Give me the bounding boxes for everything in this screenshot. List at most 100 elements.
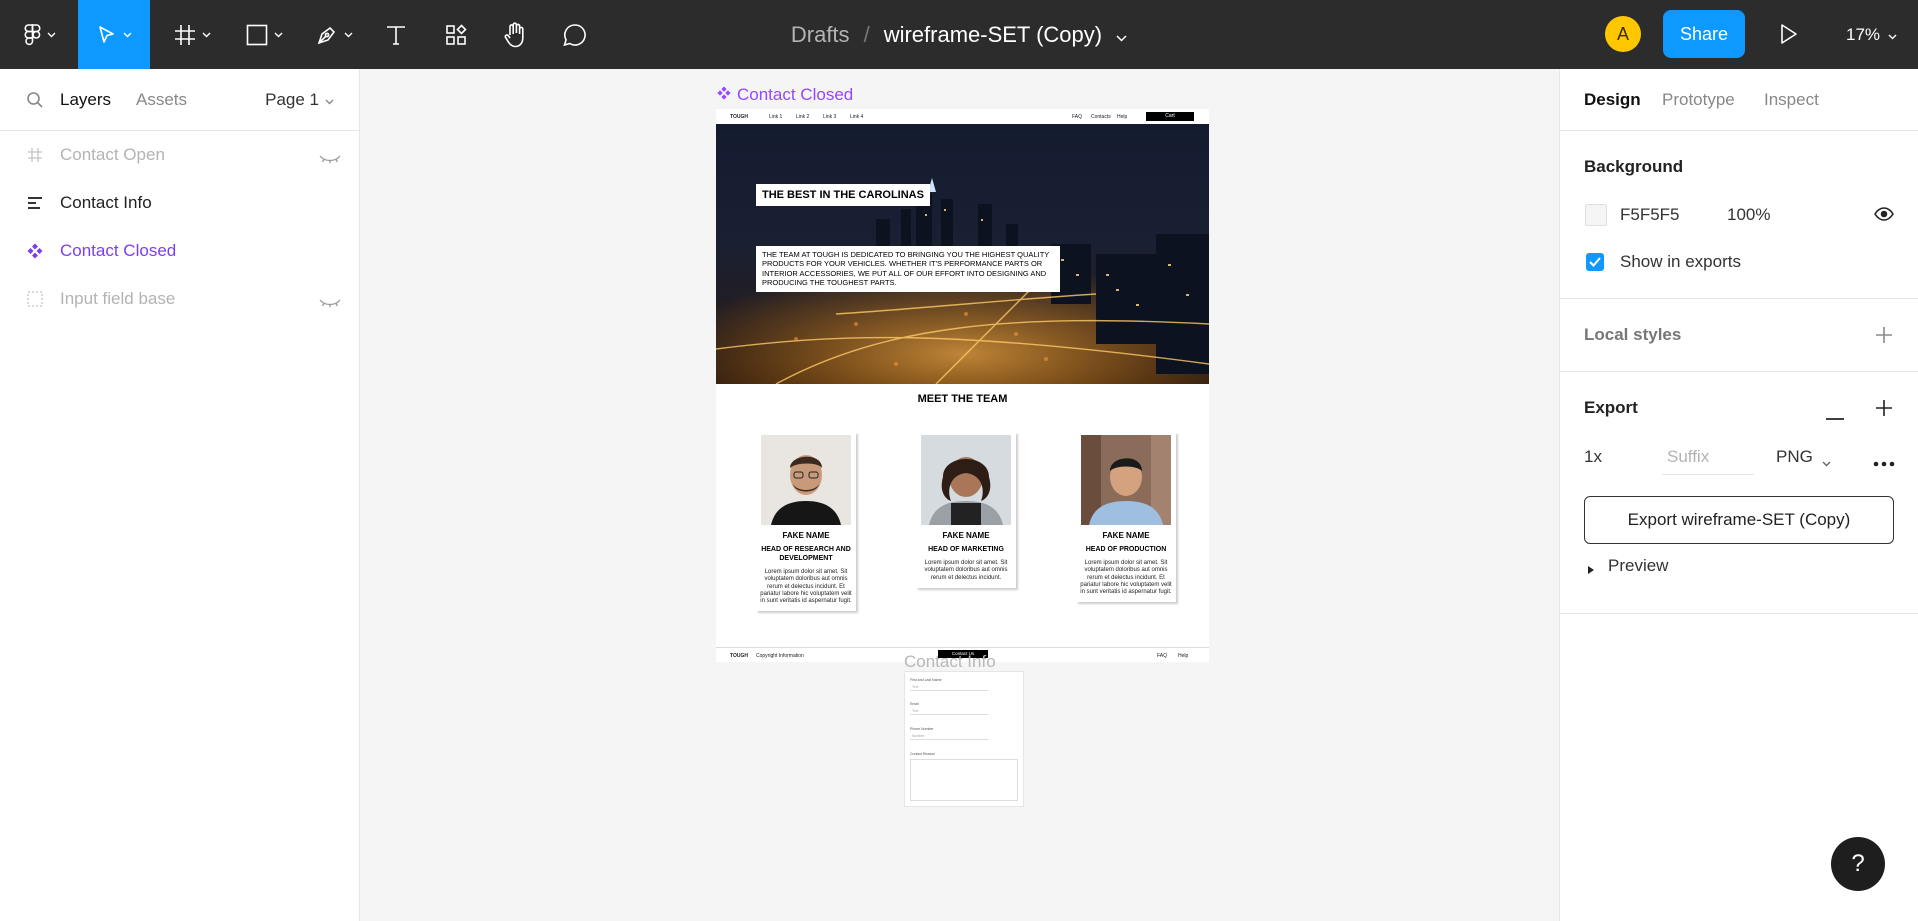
canvas[interactable]: Contact Closed TOUGH Link 1 Link 2 Link … [361,69,1559,921]
wireframe-nav-link: Link 1 [769,114,783,120]
export-button[interactable]: Export wireframe-SET (Copy) [1584,496,1894,544]
wireframe-hero-title: THE BEST IN THE CAROLINAS [756,184,930,206]
export-scale[interactable]: 1x [1584,447,1602,467]
tab-assets[interactable]: Assets [136,90,187,110]
layer-contact-info[interactable]: Contact Info [0,183,359,223]
pen-tool-button[interactable] [308,0,360,69]
wireframe-nav-link: Help [1117,114,1128,120]
main-menu-button[interactable] [18,0,62,69]
frame-icon [174,24,196,46]
auto-layout-icon [27,195,43,216]
zoom-menu[interactable]: 17% [1846,0,1897,69]
team-member-desc: Lorem ipsum dolor sit amet. Sit voluptat… [924,560,1008,581]
layer-input-field-base[interactable]: Input field base [0,279,359,319]
figma-logo-icon [24,23,41,46]
team-member-name: FAKE NAME [782,531,830,540]
right-panel-tabs: Design Prototype Inspect [1560,69,1918,131]
cursor-icon [97,25,117,45]
contact-info-frame[interactable]: First and Last Name Text Email Text Phon… [905,672,1023,806]
team-member-desc: Lorem ipsum dolor sit amet. Sit voluptat… [760,569,852,605]
share-button[interactable]: Share [1663,10,1745,58]
file-name[interactable]: wireframe-SET (Copy) [884,22,1102,48]
play-icon [1774,24,1802,52]
form-field-label: First and Last Name [910,678,942,682]
form-textarea [910,759,1018,801]
wireframe-hero-text: THE TEAM AT TOUGH IS DEDICATED TO BRINGI… [756,246,1060,292]
team-member-name: FAKE NAME [1102,531,1150,540]
eye-closed-icon[interactable] [319,293,341,313]
preview-toggle[interactable]: Preview [1608,556,1668,576]
show-in-exports-checkbox[interactable] [1586,253,1604,271]
breadcrumb-drafts[interactable]: Drafts [791,22,850,48]
plus-icon[interactable] [1875,399,1893,422]
team-member-role: HEAD OF MARKETING [928,546,1004,553]
wireframe-footer-logo: TOUGH [730,653,748,659]
more-options-icon[interactable] [1873,454,1895,472]
wireframe-footer-link: FAQ [1157,653,1168,659]
contact-info-frame-label[interactable]: Contact Info [904,652,996,672]
background-swatch[interactable] [1585,204,1607,226]
wireframe-copyright: Copyright Information [756,653,804,659]
team-card: FAKE NAME HEAD OF RESEARCH AND DEVELOPME… [756,432,856,612]
plus-icon[interactable] [1875,326,1893,349]
wireframe-nav-link: Link 2 [796,114,810,120]
contact-closed-frame[interactable]: TOUGH Link 1 Link 2 Link 3 Link 4 FAQ Co… [716,109,1209,662]
layer-name: Contact Info [60,193,152,212]
wireframe-hero: THE BEST IN THE CAROLINAS THE TEAM AT TO… [716,124,1209,384]
avatar[interactable]: A [1605,16,1641,52]
team-card: FAKE NAME HEAD OF MARKETING Lorem ipsum … [916,432,1016,588]
chevron-down-icon [1888,25,1897,45]
form-input: Text [910,683,988,691]
present-button[interactable] [1774,20,1802,53]
section-icon [27,291,43,312]
background-hex[interactable]: F5F5F5 [1620,205,1680,225]
chevron-down-icon[interactable] [1116,22,1127,48]
background-opacity[interactable]: 100% [1727,205,1770,225]
layer-contact-open[interactable]: Contact Open [0,135,359,175]
move-tool-button[interactable] [78,0,150,69]
export-section: Export 1x Suffix PNG Export wireframe-SE… [1560,372,1918,614]
zoom-level: 17% [1846,24,1881,44]
minus-icon[interactable] [1826,407,1844,425]
frame-label[interactable]: Contact Closed [717,85,853,105]
shape-tool-button[interactable] [238,0,290,69]
wireframe-nav-link: Link 4 [850,114,864,120]
layer-contact-closed[interactable]: Contact Closed [0,231,359,271]
export-heading: Export [1584,398,1638,417]
tab-prototype[interactable]: Prototype [1662,90,1735,110]
wireframe-nav: TOUGH Link 1 Link 2 Link 3 Link 4 FAQ Co… [716,109,1209,124]
tab-inspect[interactable]: Inspect [1764,90,1819,110]
wireframe-team-heading: MEET THE TEAM [917,393,1008,405]
eye-closed-icon[interactable] [319,149,341,169]
chevron-down-icon [47,32,56,38]
background-heading: Background [1584,157,1684,176]
comment-icon [562,23,588,47]
wireframe-footer-link: Help [1178,653,1189,659]
wireframe-nav-link: Link 3 [823,114,837,120]
chevron-down-icon[interactable] [1822,454,1831,472]
tab-layers[interactable]: Layers [60,90,111,110]
team-member-role: HEAD OF PRODUCTION [1085,546,1167,553]
breadcrumb-separator: / [863,21,870,47]
team-card: FAKE NAME HEAD OF PRODUCTION Lorem ipsum… [1076,432,1176,603]
text-tool-button[interactable] [378,0,414,69]
help-button[interactable]: ? [1831,837,1885,891]
form-input: Number [910,732,988,740]
page-selector[interactable]: Page 1 [265,90,334,110]
tab-design[interactable]: Design [1584,90,1641,110]
search-icon[interactable] [26,91,44,114]
export-suffix-input[interactable]: Suffix [1667,447,1709,467]
frame-tool-button[interactable] [166,0,218,69]
hand-tool-button[interactable] [497,0,533,69]
properties-panel: Design Prototype Inspect Background F5F5… [1559,69,1918,921]
resources-button[interactable] [438,0,474,69]
export-format[interactable]: PNG [1776,447,1813,467]
eye-icon[interactable] [1874,207,1894,226]
comment-tool-button[interactable] [556,0,594,69]
text-icon [385,24,407,46]
form-field-label: Phone Number [910,727,934,731]
form-field-label: Email [910,702,919,706]
triangle-right-icon[interactable] [1587,562,1595,580]
chevron-down-icon [274,32,283,38]
team-member-role: HEAD OF RESEARCH AND DEVELOPMENT [761,546,851,562]
